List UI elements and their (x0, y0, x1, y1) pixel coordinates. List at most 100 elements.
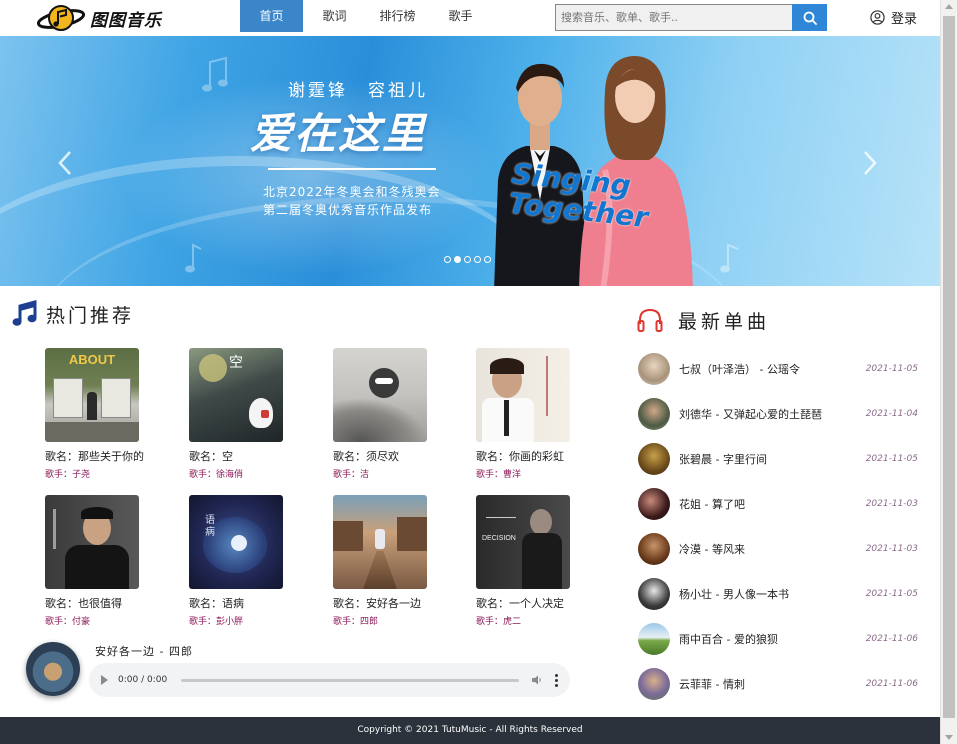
banner-title: 爱在这里 (250, 109, 427, 158)
logo-text: 图图音乐 (90, 10, 162, 31)
singer-prefix: 歌手： (476, 617, 504, 627)
single-item[interactable]: 花姐 - 算了吧 2021-11-03 (638, 488, 918, 520)
single-item[interactable]: 雨中百合 - 爱的狼狈 2021-11-06 (638, 623, 918, 655)
single-label: 张碧晨 - 字里行间 (679, 453, 767, 466)
time-display: 0:00 / 0:00 (118, 675, 168, 685)
song-cover[interactable] (45, 495, 139, 589)
single-item[interactable]: 张碧晨 - 字里行间 2021-11-05 (638, 443, 918, 475)
search-bar (555, 4, 827, 31)
singer-name: 歌手：四郎 (333, 614, 443, 627)
song-cover[interactable] (333, 495, 427, 589)
song-name: 歌名：你画的彩虹 (476, 450, 564, 463)
avatar (638, 668, 670, 700)
music-note-icon (12, 300, 37, 326)
main-nav: 首页 歌词 排行榜 歌手 (240, 0, 492, 32)
song-cover[interactable]: 空 (189, 348, 283, 442)
single-date: 2021-11-06 (865, 634, 918, 644)
song-name: 歌名：须尽欢 (333, 450, 399, 463)
now-playing-cover[interactable] (26, 642, 80, 696)
song-card[interactable]: DECISION 歌名：一个人决定 歌手：虎二 (476, 495, 586, 627)
single-label: 刘德华 - 又弹起心爱的土琵琶 (679, 408, 822, 421)
single-date: 2021-11-05 (865, 454, 918, 464)
volume-icon[interactable] (531, 674, 543, 686)
single-item[interactable]: 七叔（叶泽浩） - 公瑶令 2021-11-05 (638, 353, 918, 385)
single-label: 云菲菲 - 情刺 (679, 678, 745, 691)
song-name: 歌名：也很值得 (45, 597, 122, 610)
song-card[interactable]: 歌名：也很值得 歌手：付豪 (45, 495, 155, 627)
page: 图图音乐 首页 歌词 排行榜 歌手 登录 (0, 0, 940, 744)
nav-charts[interactable]: 排行榜 (366, 0, 429, 32)
play-button[interactable] (101, 675, 108, 685)
scroll-up-icon[interactable] (945, 4, 953, 9)
single-label: 杨小壮 - 男人像一本书 (679, 588, 789, 601)
banner-subtitle-2: 第二届冬奥优秀音乐作品发布 (263, 203, 433, 217)
cover-text: DECISION (482, 535, 516, 542)
search-button[interactable] (792, 4, 827, 31)
singer-name: 歌手：徐海俏 (189, 467, 299, 480)
banner-dot[interactable] (474, 256, 481, 263)
hot-title-text: 热门推荐 (46, 304, 135, 327)
singer-value: 四郎 (360, 617, 379, 627)
nav-singers[interactable]: 歌手 (429, 0, 492, 32)
audio-player: 0:00 / 0:00 (89, 663, 570, 697)
song-card[interactable]: 空 歌名：空 歌手：徐海俏 (189, 348, 299, 480)
song-card[interactable]: 歌名：安好各一边 歌手：四郎 (333, 495, 443, 627)
song-name: 歌名：那些关于你的 (45, 450, 144, 463)
banner-subtitle-1: 北京2022年冬奥会和冬残奥会 (263, 185, 441, 199)
chevron-left-icon (58, 151, 71, 175)
single-item[interactable]: 刘德华 - 又弹起心爱的土琵琶 2021-11-04 (638, 398, 918, 430)
banner-artists: 谢霆锋 容祖儿 (288, 81, 428, 101)
banner-next-button[interactable] (860, 148, 880, 182)
login-label: 登录 (891, 12, 918, 27)
song-cover[interactable] (333, 348, 427, 442)
single-item[interactable]: 冷漠 - 等风来 2021-11-03 (638, 533, 918, 565)
login-button[interactable]: 登录 (870, 8, 917, 27)
song-name: 歌名：语病 (189, 597, 244, 610)
song-cover[interactable]: ABOUT (45, 348, 139, 442)
banner-dot[interactable] (444, 256, 451, 263)
copyright-text: Copyright © 2021 TutuMusic - All Rights … (357, 725, 583, 735)
singer-prefix: 歌手： (45, 470, 73, 480)
scroll-down-icon[interactable] (945, 735, 953, 740)
scrollbar-thumb[interactable] (943, 16, 955, 718)
song-card[interactable]: 歌名：须尽欢 歌手：洁 (333, 348, 443, 480)
singer-prefix: 歌手： (189, 470, 217, 480)
logo[interactable]: 图图音乐 (36, 2, 162, 34)
single-date: 2021-11-03 (865, 499, 918, 509)
search-input[interactable] (555, 4, 792, 31)
singer-value: 子尧 (72, 470, 91, 480)
banner-prev-button[interactable] (55, 148, 75, 182)
more-options-icon[interactable] (555, 673, 558, 688)
song-cover[interactable]: 语 病 (189, 495, 283, 589)
latest-title-text: 最新单曲 (678, 310, 771, 333)
banner-dot[interactable] (464, 256, 471, 263)
singer-prefix: 歌手： (189, 617, 217, 627)
footer: Copyright © 2021 TutuMusic - All Rights … (0, 717, 940, 744)
cover-text: 空 (229, 355, 243, 371)
banner-pagination (444, 256, 494, 263)
singer-prefix: 歌手： (333, 617, 361, 627)
music-note-decoration-icon (185, 243, 202, 273)
song-card[interactable]: 歌名：你画的彩虹 歌手：曹洋 (476, 348, 586, 480)
banner-carousel[interactable]: 谢霆锋 容祖儿 爱在这里 北京2022年冬奥会和冬残奥会 第二届冬奥优秀音乐作品… (0, 36, 940, 286)
singer-value: 洁 (360, 470, 370, 480)
banner-dot-active[interactable] (454, 256, 461, 263)
banner-dot[interactable] (484, 256, 491, 263)
singer-value: 付豪 (72, 617, 91, 627)
single-item[interactable]: 杨小壮 - 男人像一本书 2021-11-05 (638, 578, 918, 610)
single-item[interactable]: 云菲菲 - 情刺 2021-11-06 (638, 668, 918, 700)
avatar (638, 623, 670, 655)
single-label: 花姐 - 算了吧 (679, 498, 745, 511)
song-card[interactable]: 语 病 歌名：语病 歌手：彭小胖 (189, 495, 299, 627)
page-scrollbar[interactable] (940, 0, 957, 744)
song-cover[interactable]: DECISION (476, 495, 570, 589)
singer-prefix: 歌手： (333, 470, 361, 480)
nav-home[interactable]: 首页 (240, 0, 303, 32)
search-icon (803, 11, 817, 25)
singer-name: 歌手：曹洋 (476, 467, 586, 480)
seek-bar[interactable] (181, 678, 519, 682)
nav-lyrics[interactable]: 歌词 (303, 0, 366, 32)
avatar (638, 578, 670, 610)
song-cover[interactable] (476, 348, 570, 442)
song-card[interactable]: ABOUT 歌名：那些关于你的 歌手：子尧 (45, 348, 155, 480)
